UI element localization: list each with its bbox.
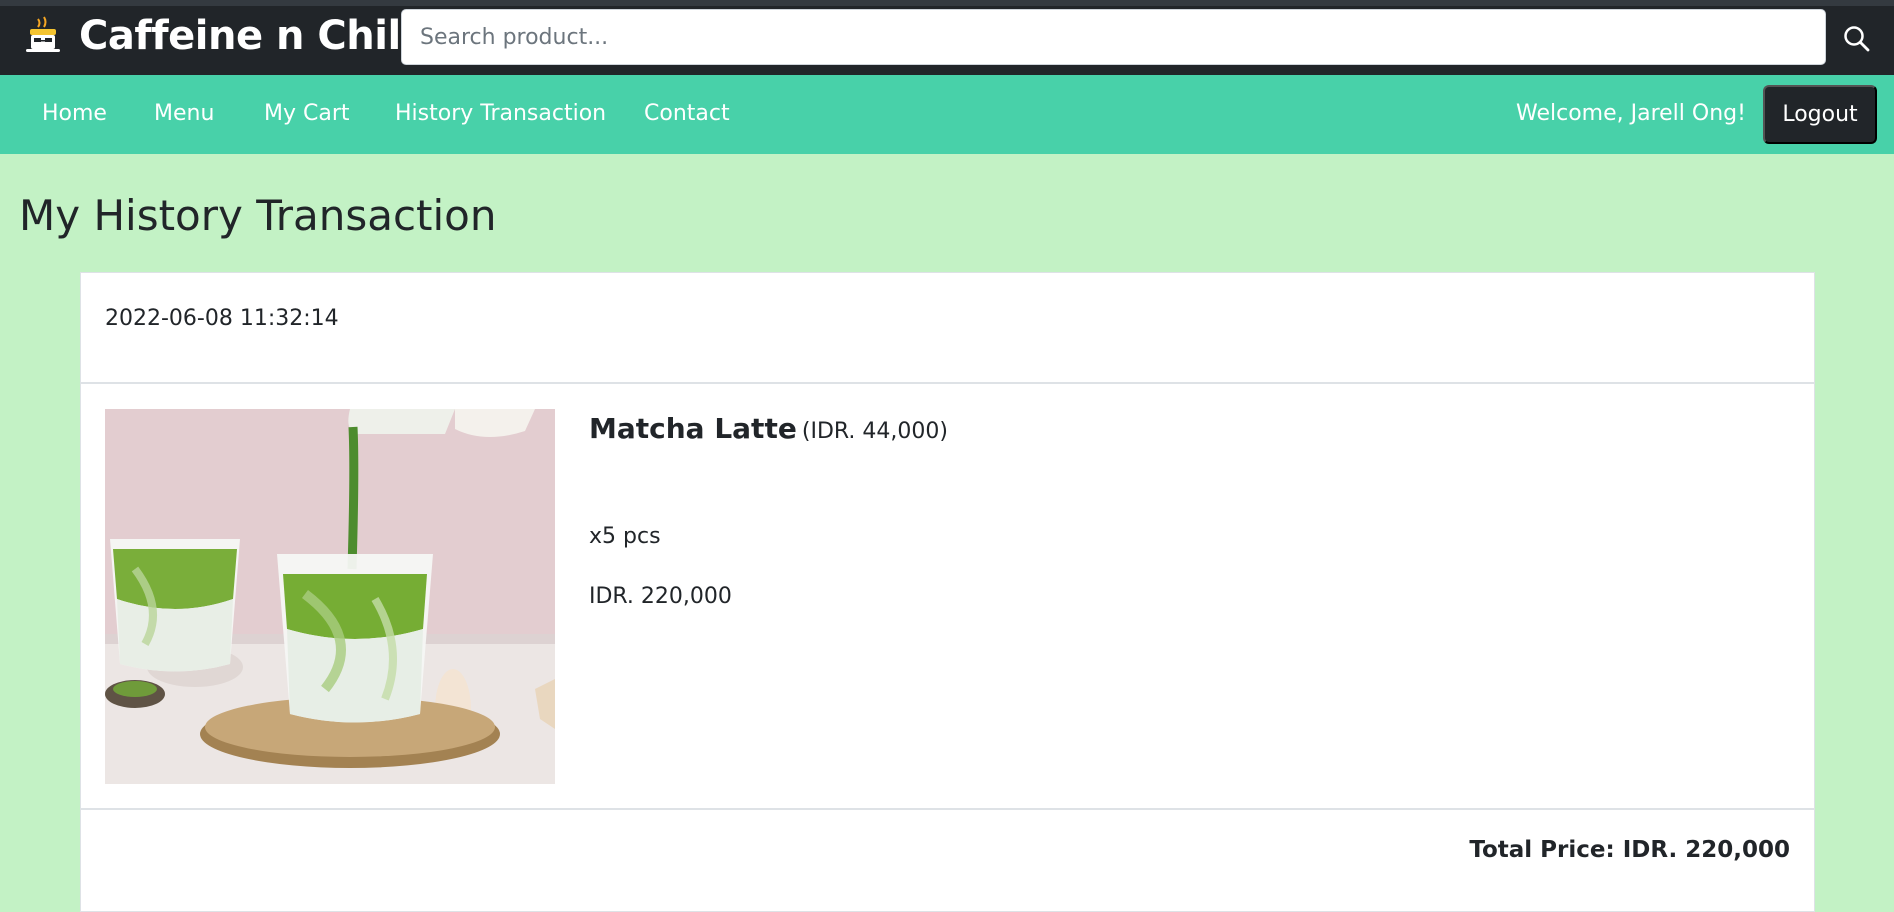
nav-item-my-cart[interactable]: My Cart <box>264 101 350 127</box>
page-title: My History Transaction <box>19 191 497 240</box>
transaction-datetime: 2022-06-08 11:32:14 <box>105 306 339 331</box>
brand[interactable]: Caffeine n Chill <box>22 15 414 57</box>
coffee-cup-icon <box>22 15 64 57</box>
product-subtotal: IDR. 220,000 <box>589 584 732 609</box>
nav-item-menu[interactable]: Menu <box>154 101 214 127</box>
nav-item-history-transaction[interactable]: History Transaction <box>395 101 606 127</box>
brand-name: Caffeine n Chill <box>79 13 414 59</box>
total-price: Total Price: IDR. 220,000 <box>1469 837 1790 863</box>
divider <box>81 808 1814 810</box>
divider <box>81 382 1814 384</box>
product-name: Matcha Latte <box>589 412 797 445</box>
search-icon[interactable] <box>1840 22 1874 56</box>
nav-item-home[interactable]: Home <box>42 101 107 127</box>
product-name-row: Matcha Latte (IDR. 44,000) <box>589 412 948 445</box>
product-quantity: x5 pcs <box>589 524 661 549</box>
main-nav: Home Menu My Cart History Transaction Co… <box>0 75 1894 154</box>
welcome-text: Welcome, Jarell Ong! <box>1516 101 1746 126</box>
product-unit-price: (IDR. 44,000) <box>801 419 948 444</box>
transaction-card: 2022-06-08 11:32:14 Matcha Latte (IDR. 4… <box>80 272 1815 912</box>
product-image <box>105 409 555 784</box>
search-input[interactable] <box>401 9 1826 65</box>
top-bar: Caffeine n Chill <box>0 0 1894 75</box>
logout-button[interactable]: Logout <box>1763 85 1877 144</box>
nav-item-contact[interactable]: Contact <box>644 101 730 127</box>
top-edge <box>0 0 1894 6</box>
